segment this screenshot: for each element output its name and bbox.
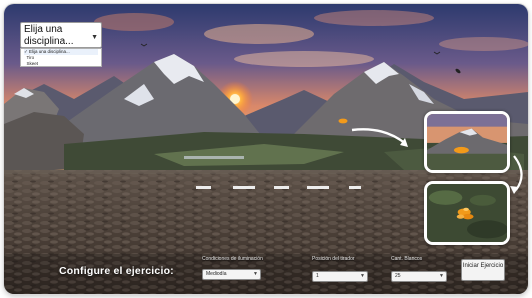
targets-select-value: 25 (395, 273, 401, 279)
chevron-down-icon: ▼ (360, 273, 365, 279)
target-zoom-box-2 (424, 181, 510, 245)
discipline-option[interactable]: Skeet (24, 61, 98, 67)
targets-select[interactable]: 25 ▼ (391, 271, 447, 282)
lighting-select-value: Mediodía (206, 271, 227, 277)
position-select-value: 1 (316, 273, 319, 279)
chevron-down-icon: ▼ (91, 34, 98, 41)
position-label: Posición del tirador (312, 256, 355, 262)
targets-label: Cant. Blancos (391, 256, 423, 262)
simulator-viewport: Elija una disciplina... ▼ ✓ Elija una di… (4, 4, 528, 294)
target-zoom-box-1 (424, 111, 510, 173)
start-exercise-button[interactable]: Iniciar Ejercicio (461, 259, 505, 281)
lighting-label: Condiciones de iluminación (202, 256, 263, 262)
configure-title: Configure el ejercicio: (59, 265, 174, 277)
chevron-down-icon: ▼ (253, 271, 258, 277)
discipline-select-value: Elija una disciplina... (24, 24, 74, 47)
position-select[interactable]: 1 ▼ (312, 271, 368, 282)
lighting-select[interactable]: Mediodía ▼ (202, 269, 261, 280)
chevron-down-icon: ▼ (439, 273, 444, 279)
discipline-options-list: ✓ Elija una disciplina... Tiro Skeet (20, 48, 102, 67)
discipline-select[interactable]: Elija una disciplina... ▼ (20, 22, 102, 48)
